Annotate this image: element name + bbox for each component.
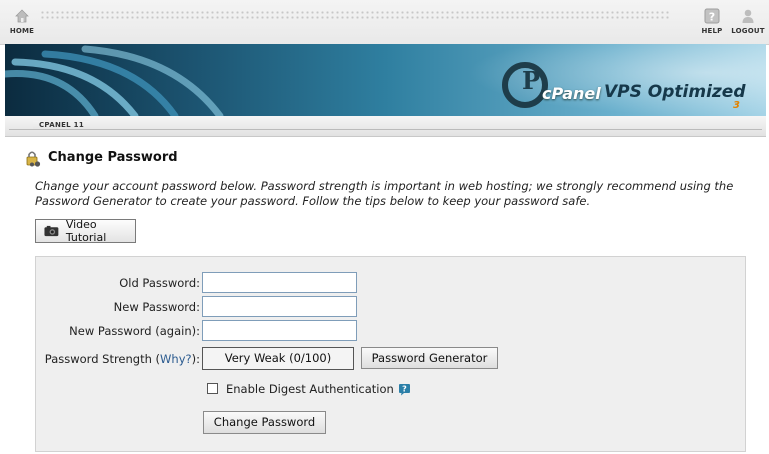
top-nav-bar: HOME ? HELP LOGOUT bbox=[0, 0, 769, 45]
logo-version-mark: 3 bbox=[733, 100, 740, 111]
help-label: HELP bbox=[701, 27, 723, 35]
old-password-input[interactable] bbox=[202, 272, 357, 293]
camera-icon bbox=[44, 225, 59, 237]
new-password-again-input[interactable] bbox=[202, 320, 357, 341]
password-strength-label: Password Strength (Why?): bbox=[40, 352, 200, 366]
svg-text:?: ? bbox=[402, 385, 407, 394]
old-password-label: Old Password: bbox=[119, 276, 200, 290]
home-icon bbox=[15, 9, 29, 23]
help-icon: ? bbox=[704, 8, 720, 24]
new-password-again-label: New Password (again): bbox=[69, 324, 200, 338]
change-password-button[interactable]: Change Password bbox=[203, 411, 326, 434]
intro-text: Change your account password below. Pass… bbox=[35, 179, 734, 208]
logout-button[interactable]: LOGOUT bbox=[728, 8, 768, 35]
header-banner: P cPanel VPS Optimized 3 bbox=[5, 44, 766, 116]
svg-text:?: ? bbox=[709, 11, 716, 24]
help-bubble-icon[interactable]: ? bbox=[398, 383, 411, 396]
breadcrumb: CPANEL 11 bbox=[5, 116, 766, 137]
video-tutorial-label: Video Tutorial bbox=[65, 218, 107, 244]
decorative-dots bbox=[40, 10, 670, 20]
new-password-input[interactable] bbox=[202, 296, 357, 317]
user-logout-icon bbox=[742, 9, 754, 23]
strength-label-prefix: Password Strength ( bbox=[44, 352, 161, 366]
cpanel-logo: P cPanel VPS Optimized 3 bbox=[500, 58, 750, 116]
home-label: HOME bbox=[9, 27, 35, 35]
video-tutorial-button[interactable]: Video Tutorial bbox=[35, 218, 136, 244]
password-lock-icon bbox=[26, 151, 41, 167]
why-link[interactable]: Why? bbox=[160, 352, 192, 366]
digest-auth-label: Enable Digest Authentication bbox=[226, 382, 394, 396]
help-button[interactable]: ? HELP bbox=[692, 8, 732, 35]
logo-brand: cPanel bbox=[542, 84, 601, 103]
strength-label-suffix: ): bbox=[191, 352, 200, 366]
password-strength-meter: Very Weak (0/100) bbox=[202, 347, 354, 370]
page-title: Change Password bbox=[48, 150, 178, 165]
home-button[interactable]: HOME bbox=[2, 8, 42, 35]
logout-label: LOGOUT bbox=[731, 27, 765, 35]
logo-brand-suffix: VPS Optimized bbox=[604, 82, 746, 102]
breadcrumb-divider bbox=[9, 129, 762, 130]
network-cables-image bbox=[5, 45, 224, 116]
logo-p: P bbox=[522, 66, 541, 95]
password-generator-button[interactable]: Password Generator bbox=[361, 347, 498, 369]
new-password-label: New Password: bbox=[113, 300, 200, 314]
breadcrumb-label[interactable]: CPANEL 11 bbox=[33, 121, 91, 129]
digest-auth-checkbox[interactable] bbox=[207, 383, 218, 394]
